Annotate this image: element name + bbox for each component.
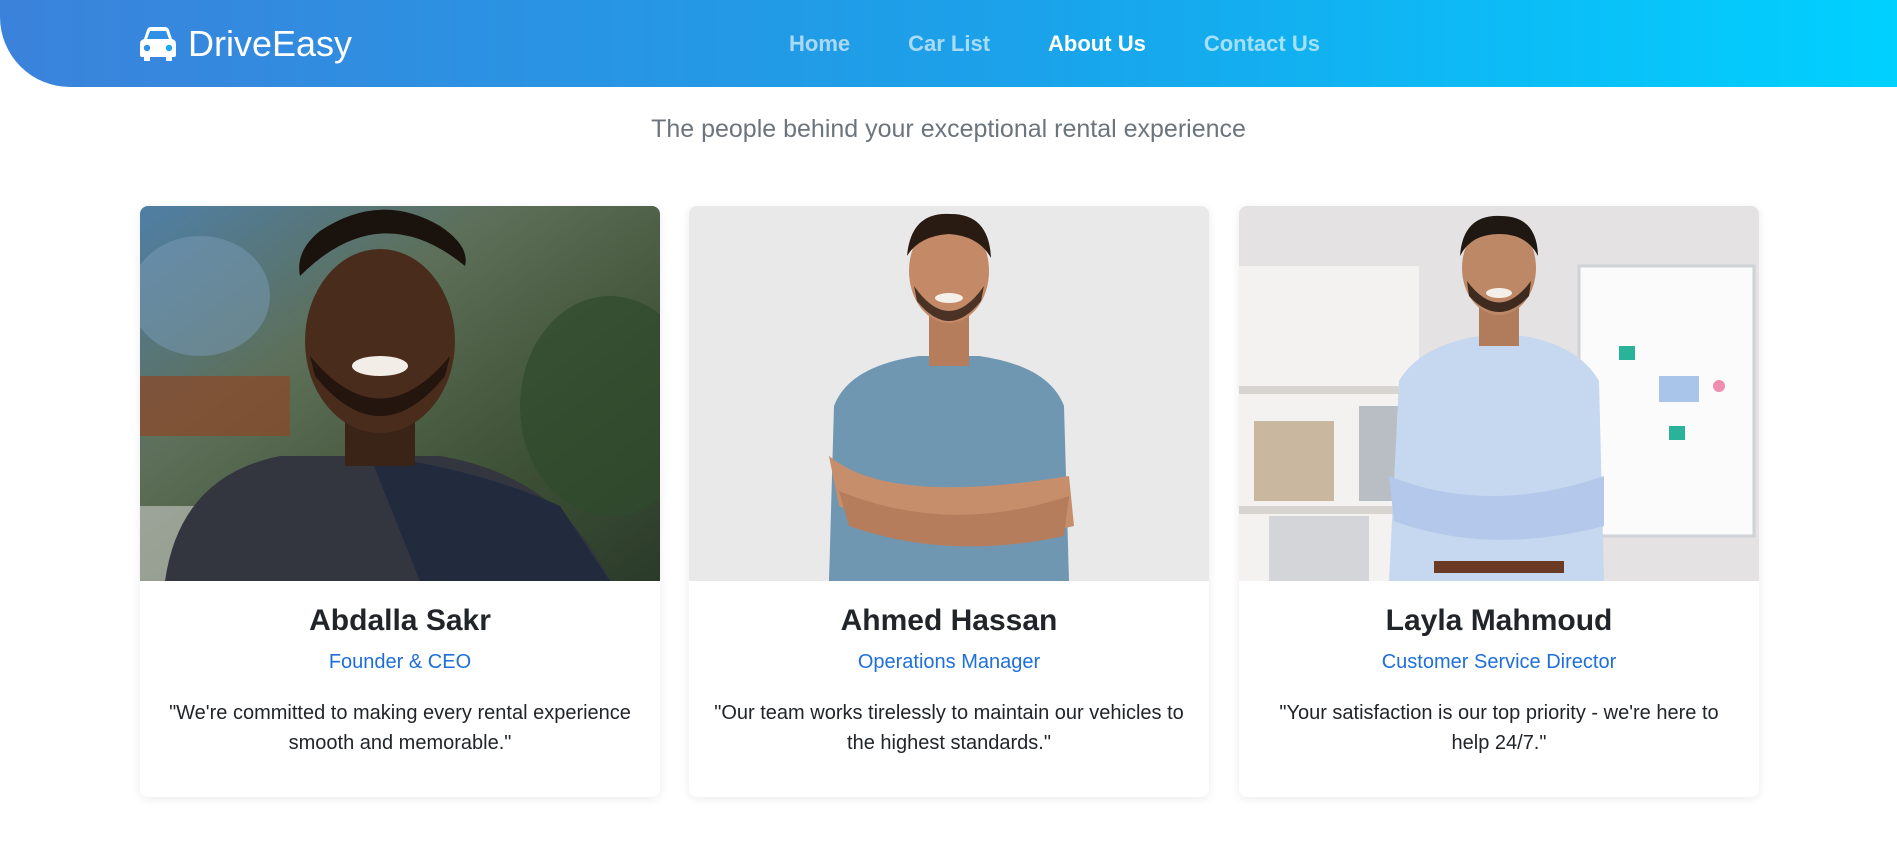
team-member-name: Layla Mahmoud	[1385, 604, 1613, 637]
section-subtitle: The people behind your exceptional renta…	[651, 115, 1246, 143]
navbar: DriveEasy Home Car List About Us Contact…	[0, 0, 1897, 87]
team-member-role: Operations Manager	[857, 651, 1041, 673]
team-member-quote: "Your satisfaction is our top priority -…	[1279, 702, 1719, 754]
nav-item-car-list: Car List	[879, 27, 1019, 61]
brand-logo-link[interactable]: DriveEasy	[138, 22, 352, 66]
nav-link-home[interactable]: Home	[760, 27, 879, 61]
team-member-quote: "Our team works tirelessly to maintain o…	[714, 702, 1184, 754]
team-member-photo	[1239, 206, 1759, 581]
nav-item-about-us: About Us	[1019, 27, 1175, 61]
team-member-name: Ahmed Hassan	[840, 604, 1058, 637]
team-member-photo	[140, 206, 660, 581]
team-card: Ahmed Hassan Operations Manager "Our tea…	[689, 206, 1209, 797]
team-member-role: Founder & CEO	[328, 651, 472, 673]
nav-item-contact-us: Contact Us	[1175, 27, 1349, 61]
team-card: Abdalla Sakr Founder & CEO "We're commit…	[140, 206, 660, 797]
team-member-quote: "We're committed to making every rental …	[169, 702, 631, 754]
nav-link-contact-us[interactable]: Contact Us	[1175, 27, 1349, 61]
nav-link-about-us[interactable]: About Us	[1019, 27, 1175, 61]
team-member-role: Customer Service Director	[1381, 651, 1617, 673]
nav-item-home: Home	[760, 27, 879, 61]
brand-name: DriveEasy	[188, 23, 353, 64]
team-member-name: Abdalla Sakr	[309, 604, 491, 637]
team-card: Layla Mahmoud Customer Service Director …	[1239, 206, 1759, 797]
team-member-photo	[689, 206, 1209, 581]
nav-menu: Home Car List About Us Contact Us	[760, 27, 1349, 61]
car-icon	[140, 27, 176, 61]
nav-link-car-list[interactable]: Car List	[879, 27, 1019, 61]
